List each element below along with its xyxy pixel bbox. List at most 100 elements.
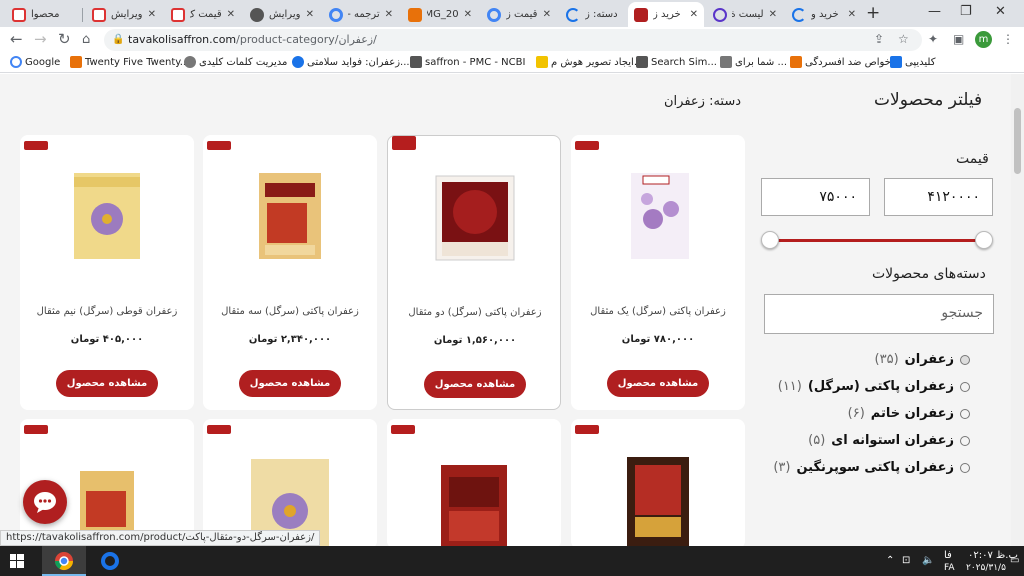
- close-tab-icon[interactable]: ✕: [769, 9, 777, 20]
- bookmark-item[interactable]: زعفران: فواید سلامتی...: [292, 56, 410, 68]
- minimize-icon[interactable]: —: [928, 4, 941, 19]
- browser-tab[interactable]: محصوا: [6, 2, 78, 27]
- product-card[interactable]: زعفران پاکتی (سرگل) دو مثقال ۱,۵۶۰,۰۰۰ ت…: [387, 135, 561, 410]
- category-item[interactable]: زعفران خاتم (۶): [760, 400, 970, 427]
- brand-logo: [392, 136, 416, 150]
- browser-tab[interactable]: قیمت ز ✕: [481, 2, 557, 27]
- price-slider-track[interactable]: [770, 239, 984, 242]
- volume-icon[interactable]: 🔈: [922, 555, 934, 566]
- product-card[interactable]: زعفران پاکتی (سرگل) یک مثقال ۷۸۰,۰۰۰ توم…: [571, 135, 745, 410]
- close-window-icon[interactable]: ✕: [995, 4, 1006, 19]
- radio-icon[interactable]: [960, 435, 970, 446]
- app-icon: [101, 552, 119, 570]
- bookmark-item[interactable]: ایجاد تصویر هوش م...: [536, 56, 643, 68]
- chrome-taskbar-button[interactable]: [42, 546, 86, 576]
- close-tab-icon[interactable]: ✕: [306, 9, 314, 20]
- category-item[interactable]: زعفران استوانه ای (۵): [760, 427, 970, 454]
- browser-tab[interactable]: ترجمه - ✕: [323, 2, 399, 27]
- product-card[interactable]: زعفران قوطی (سرگل) نیم مثقال ۴۰۵,۰۰۰ توم…: [20, 135, 194, 410]
- windows-icon: [10, 554, 24, 568]
- bookmark-item[interactable]: خواص ضد افسردگی...: [790, 56, 900, 68]
- tab-favicon-icon: [12, 7, 26, 22]
- close-tab-icon[interactable]: ✕: [385, 9, 393, 20]
- browser-tab[interactable]: ویرایش ✕: [86, 2, 162, 27]
- notification-icon[interactable]: ▭: [1010, 555, 1019, 566]
- forward-icon[interactable]: →: [34, 30, 47, 48]
- price-max-input[interactable]: ۴۱۲۰۰۰۰: [884, 178, 993, 216]
- chat-button[interactable]: [23, 480, 67, 524]
- product-name[interactable]: زعفران پاکتی (سرگل) دو مثقال: [388, 307, 562, 318]
- home-icon[interactable]: ⌂: [82, 32, 90, 47]
- browser-tab[interactable]: دسته: ز: [560, 2, 626, 27]
- bookmark-item[interactable]: Google: [10, 56, 60, 68]
- close-tab-icon[interactable]: ✕: [543, 9, 551, 20]
- product-card[interactable]: [387, 419, 561, 549]
- share-icon[interactable]: ⇪: [874, 32, 884, 46]
- bookmark-item[interactable]: کلیدیپی: [890, 56, 935, 68]
- brand-logo: [24, 425, 48, 434]
- bookmark-item[interactable]: مدیریت کلمات کلیدی: [184, 56, 287, 68]
- app-taskbar-button[interactable]: [90, 546, 130, 576]
- sidepanel-icon[interactable]: ▣: [953, 32, 964, 46]
- google-icon: [10, 56, 22, 68]
- close-tab-icon[interactable]: ✕: [227, 9, 235, 20]
- bookmark-favicon-icon: [184, 56, 196, 68]
- close-tab-icon[interactable]: ✕: [690, 9, 698, 20]
- menu-icon[interactable]: ⋮: [1002, 32, 1014, 46]
- browser-tab[interactable]: لیست ة ✕: [707, 2, 783, 27]
- browser-tab-active[interactable]: خرید ز ✕: [628, 2, 704, 27]
- product-name[interactable]: زعفران پاکتی (سرگل) یک مثقال: [571, 306, 745, 317]
- scrollbar-thumb[interactable]: [1014, 108, 1021, 174]
- back-icon[interactable]: ←: [10, 30, 23, 48]
- profile-avatar[interactable]: m: [975, 31, 992, 48]
- view-product-button[interactable]: مشاهده محصول: [607, 370, 709, 397]
- start-button[interactable]: [0, 546, 34, 576]
- language-indicator[interactable]: فا: [944, 550, 952, 561]
- browser-tab[interactable]: IMG_20✕: [402, 2, 478, 27]
- category-item[interactable]: زعفران (۳۵): [760, 346, 970, 373]
- bookmark-item[interactable]: saffron - PMC - NCBI: [410, 56, 525, 68]
- chrome-icon: [55, 552, 73, 571]
- price-slider-max-handle[interactable]: [975, 231, 993, 249]
- browser-tab[interactable]: ویرایش ✕: [244, 2, 320, 27]
- browser-tab[interactable]: خرید و ✕: [786, 2, 862, 27]
- bookmark-item[interactable]: شما برای ...: [720, 56, 787, 68]
- tab-favicon-icon: [408, 7, 422, 22]
- product-card[interactable]: [571, 419, 745, 549]
- radio-icon[interactable]: [960, 462, 970, 473]
- bookmark-item[interactable]: Twenty Five Twenty...: [70, 56, 189, 68]
- radio-icon[interactable]: [960, 381, 970, 392]
- tray-chevron-icon[interactable]: ⌃: [886, 555, 894, 566]
- maximize-icon[interactable]: ❐: [960, 4, 972, 19]
- view-product-button[interactable]: مشاهده محصول: [239, 370, 341, 397]
- bookmark-item[interactable]: Search Sim...: [636, 56, 717, 68]
- bookmark-star-icon[interactable]: ☆: [898, 32, 909, 46]
- product-name[interactable]: زعفران پاکتی (سرگل) سه مثقال: [203, 306, 377, 317]
- new-tab-button[interactable]: +: [866, 3, 880, 23]
- price-slider-min-handle[interactable]: [761, 231, 779, 249]
- address-bar[interactable]: 🔒 tavakolisaffron.com/product-category/ز…: [104, 29, 922, 51]
- reload-icon[interactable]: ↻: [58, 30, 71, 48]
- close-tab-icon[interactable]: ✕: [148, 9, 156, 20]
- product-card[interactable]: زعفران پاکتی (سرگل) سه مثقال ۲,۳۴۰,۰۰۰ ت…: [203, 135, 377, 410]
- category-item[interactable]: زعفران پاکتی (سرگل) (۱۱): [760, 373, 970, 400]
- extensions-icon[interactable]: ✦: [928, 32, 938, 46]
- view-product-button[interactable]: مشاهده محصول: [424, 371, 526, 398]
- category-item[interactable]: زعفران پاکتی سوپرنگین (۳): [760, 454, 970, 481]
- price-label: قیمت: [956, 151, 989, 167]
- product-image: [441, 465, 507, 549]
- close-tab-icon[interactable]: ✕: [464, 9, 472, 20]
- site-favicon-icon: [634, 7, 648, 22]
- price-min-input[interactable]: ۷۵۰۰۰: [761, 178, 870, 216]
- radio-icon[interactable]: [960, 354, 970, 365]
- category-search-input[interactable]: جستجو: [764, 294, 994, 334]
- clock-date: ۲۰۲۵/۳۱/۵: [966, 563, 1006, 573]
- browser-tab[interactable]: قیمت ک ✕: [165, 2, 241, 27]
- close-tab-icon[interactable]: ✕: [848, 9, 856, 20]
- network-icon[interactable]: ⊡: [902, 555, 910, 566]
- taskbar: ⌃ ⊡ 🔈 فا FA ۰۲:۰۷ ب.ظ ۲۰۲۵/۳۱/۵ ▭: [0, 546, 1024, 576]
- bookmark-favicon-icon: [536, 56, 548, 68]
- product-name[interactable]: زعفران قوطی (سرگل) نیم مثقال: [20, 306, 194, 317]
- radio-icon[interactable]: [960, 408, 970, 419]
- view-product-button[interactable]: مشاهده محصول: [56, 370, 158, 397]
